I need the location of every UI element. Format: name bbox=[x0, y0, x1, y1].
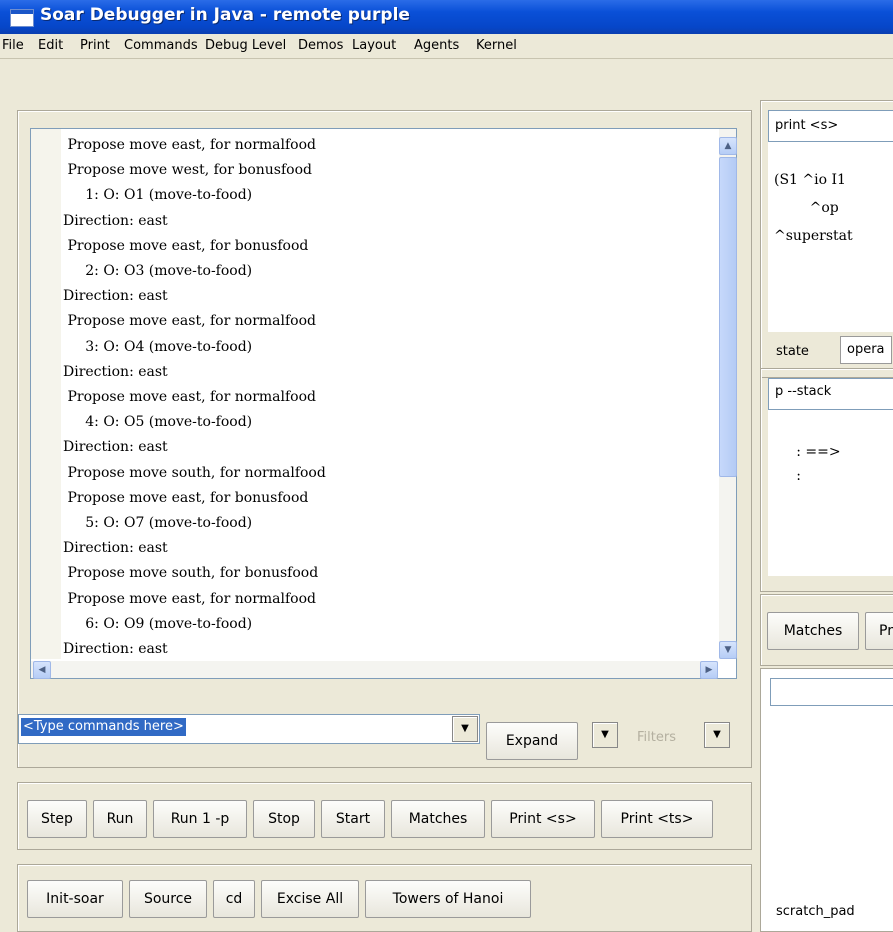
trace-line: Propose move east, for bonusfood bbox=[63, 489, 309, 506]
window-icon bbox=[10, 9, 34, 27]
trace-text: Propose move east, for normalfood Propos… bbox=[63, 133, 713, 658]
stack-line: : bbox=[774, 468, 801, 484]
stack-view[interactable]: : ==> : bbox=[768, 410, 893, 576]
state-text: (S1 ^io I1 ^op ^superstat bbox=[774, 166, 853, 250]
menu-agents[interactable]: Agents bbox=[414, 38, 459, 53]
source-button[interactable]: Source bbox=[129, 880, 207, 918]
state-line: (S1 ^io I1 bbox=[774, 172, 846, 188]
menu-print[interactable]: Print bbox=[80, 38, 110, 53]
menu-file[interactable]: File bbox=[2, 38, 24, 53]
state-command-field[interactable]: print <s> bbox=[768, 110, 893, 142]
trace-line: Propose move south, for normalfood bbox=[63, 464, 326, 481]
run-1-p-button[interactable]: Run 1 -p bbox=[153, 800, 247, 838]
scroll-down-icon[interactable]: ▼ bbox=[719, 641, 737, 659]
filters-dropdown-icon[interactable]: ▼ bbox=[704, 722, 730, 748]
print-ts-button[interactable]: Print <ts> bbox=[601, 800, 713, 838]
trace-line: Propose move east, for normalfood bbox=[63, 389, 316, 406]
trace-window[interactable]: Propose move east, for normalfood Propos… bbox=[30, 128, 737, 679]
start-button[interactable]: Start bbox=[321, 800, 385, 838]
trace-line: Direction: east bbox=[63, 288, 168, 305]
state-view[interactable]: (S1 ^io I1 ^op ^superstat bbox=[768, 142, 893, 332]
towers-of-hanoi-button[interactable]: Towers of Hanoi bbox=[365, 880, 531, 918]
trace-line: Propose move west, for bonusfood bbox=[63, 162, 312, 179]
tab-state[interactable]: state bbox=[776, 344, 809, 359]
filters-label: Filters bbox=[637, 730, 676, 745]
trace-gutter bbox=[31, 129, 61, 659]
menu-bar: File Edit Print Commands Debug Level Dem… bbox=[0, 34, 893, 59]
command-text: <Type commands here> bbox=[21, 718, 186, 736]
trace-line: Direction: east bbox=[63, 641, 168, 658]
trace-line: 2: O: O3 (move-to-food) bbox=[63, 263, 253, 280]
scratch-panel bbox=[760, 668, 893, 932]
trace-line: Propose move east, for normalfood bbox=[63, 137, 316, 153]
menu-debug-level[interactable]: Debug Level bbox=[205, 38, 286, 53]
scratch-input[interactable] bbox=[770, 678, 893, 706]
menu-commands[interactable]: Commands bbox=[124, 38, 198, 53]
menu-edit[interactable]: Edit bbox=[38, 38, 63, 53]
expand-button[interactable]: Expand bbox=[486, 722, 578, 760]
stop-button[interactable]: Stop bbox=[253, 800, 315, 838]
title-bar: Soar Debugger in Java - remote purple bbox=[0, 0, 893, 34]
stack-text: : ==> : bbox=[774, 440, 841, 488]
scroll-left-icon[interactable]: ◀ bbox=[33, 661, 51, 679]
init-soar-button[interactable]: Init-soar bbox=[27, 880, 123, 918]
print-s-button[interactable]: Print <s> bbox=[491, 800, 595, 838]
run-button[interactable]: Run bbox=[93, 800, 147, 838]
state-line: ^op bbox=[774, 200, 839, 216]
cd-button[interactable]: cd bbox=[213, 880, 255, 918]
trace-line: Propose move east, for bonusfood bbox=[63, 237, 309, 254]
trace-line: 4: O: O5 (move-to-food) bbox=[63, 414, 253, 431]
scroll-up-icon[interactable]: ▲ bbox=[719, 137, 737, 155]
state-line: ^superstat bbox=[774, 228, 853, 244]
menu-layout[interactable]: Layout bbox=[352, 38, 396, 53]
stack-line: : ==> bbox=[774, 444, 841, 460]
command-history-dropdown-icon[interactable]: ▼ bbox=[452, 716, 478, 742]
trace-line: Direction: east bbox=[63, 212, 168, 229]
stack-command-field[interactable]: p --stack bbox=[768, 378, 893, 410]
horizontal-scrollbar[interactable]: ◀ ▶ bbox=[31, 661, 718, 679]
menu-kernel[interactable]: Kernel bbox=[476, 38, 517, 53]
scroll-right-icon[interactable]: ▶ bbox=[700, 661, 718, 679]
command-input[interactable]: <Type commands here> bbox=[18, 714, 480, 744]
trace-line: 3: O: O4 (move-to-food) bbox=[63, 338, 253, 355]
menu-demos[interactable]: Demos bbox=[298, 38, 343, 53]
trace-line: Propose move east, for normalfood bbox=[63, 313, 316, 330]
excise-all-button[interactable]: Excise All bbox=[261, 880, 359, 918]
trace-line: Propose move east, for normalfood bbox=[63, 590, 316, 607]
vertical-scrollbar[interactable]: ▲ ▼ bbox=[719, 129, 737, 659]
trace-line: 5: O: O7 (move-to-food) bbox=[63, 515, 253, 532]
pr-tab-button[interactable]: Pr bbox=[865, 612, 893, 650]
trace-line: Propose move south, for bonusfood bbox=[63, 565, 319, 582]
matches-button[interactable]: Matches bbox=[391, 800, 485, 838]
trace-line: Direction: east bbox=[63, 439, 168, 456]
trace-line: Direction: east bbox=[63, 363, 168, 380]
expand-dropdown-icon[interactable]: ▼ bbox=[592, 722, 618, 748]
scroll-thumb[interactable] bbox=[719, 157, 737, 477]
trace-line: 1: O: O1 (move-to-food) bbox=[63, 187, 253, 204]
window-title: Soar Debugger in Java - remote purple bbox=[40, 5, 410, 25]
step-button[interactable]: Step bbox=[27, 800, 87, 838]
tab-operator[interactable]: opera bbox=[840, 336, 892, 364]
trace-line: Direction: east bbox=[63, 540, 168, 557]
scratch-pad-label[interactable]: scratch_pad bbox=[776, 904, 855, 919]
matches-tab-button[interactable]: Matches bbox=[767, 612, 859, 650]
trace-line: 6: O: O9 (move-to-food) bbox=[63, 615, 253, 632]
